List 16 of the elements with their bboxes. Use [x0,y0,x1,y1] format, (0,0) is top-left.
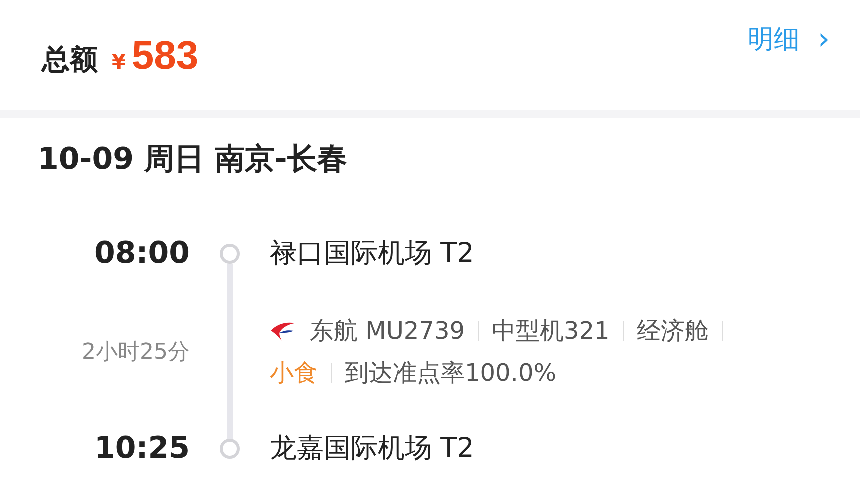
timeline-dot [220,439,240,459]
details-link[interactable]: 明细 › [748,22,830,57]
flight-duration: 2小时25分 [81,338,190,366]
currency-sign: ¥ [112,50,126,74]
info-tag: 经济舱 [636,314,709,348]
info-tag: 东航 MU2739 [310,314,465,348]
info-tag: 到达准点率100.0% [345,356,557,390]
info-tag: 小食 [270,356,318,390]
trip-title: 10-09 周日 南京-长春 [38,141,348,179]
total-label: 总额 [42,42,98,78]
info-tag: 中型机321 [492,314,610,348]
total-amount: 583 [132,34,199,79]
departure-time: 08:00 [94,235,190,273]
arrival-time: 10:25 [94,430,190,468]
departure-airport: 禄口国际机场 T2 [270,237,476,271]
arrival-airport: 龙嘉国际机场 T2 [270,432,476,466]
